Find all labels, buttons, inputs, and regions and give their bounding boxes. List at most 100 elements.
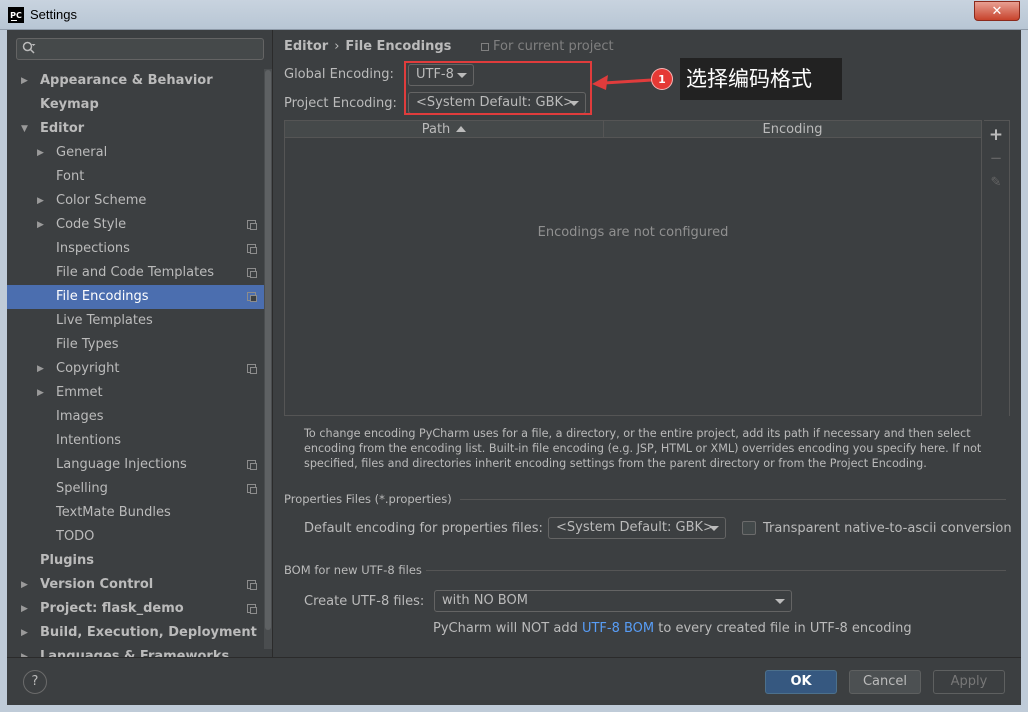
expand-down-icon[interactable]: ▼	[21, 117, 33, 141]
sidebar-scrollbar-thumb[interactable]	[265, 70, 271, 630]
expand-right-icon[interactable]: ▶	[21, 645, 33, 657]
settings-search-input[interactable]	[41, 40, 261, 58]
remove-icon[interactable]: −	[984, 149, 1008, 167]
expand-right-icon[interactable]: ▶	[21, 621, 33, 645]
sidebar-item-inspections[interactable]: Inspections	[7, 237, 265, 261]
sidebar-item-label: File Types	[56, 337, 119, 352]
project-scope-icon	[247, 484, 257, 494]
utf8-bom-link[interactable]: UTF-8 BOM	[582, 621, 654, 636]
bom-option-value: with NO BOM	[442, 593, 528, 608]
sidebar-item-file-and-code-templates[interactable]: File and Code Templates	[7, 261, 265, 285]
sidebar-item-label: Editor	[40, 121, 85, 136]
sidebar-item-version-control[interactable]: ▶ Version Control	[7, 573, 265, 597]
annotation-step-badge: 1	[652, 69, 672, 89]
annotation-arrow-icon	[592, 75, 653, 90]
sidebar-item-label: Inspections	[56, 241, 130, 256]
sidebar-item-plugins[interactable]: Plugins	[7, 549, 265, 573]
sidebar-item-emmet[interactable]: ▶ Emmet	[7, 381, 265, 405]
sidebar-item-images[interactable]: Images	[7, 405, 265, 429]
sidebar-item-color-scheme[interactable]: ▶ Color Scheme	[7, 189, 265, 213]
table-empty-text: Encodings are not configured	[537, 225, 729, 240]
sidebar-item-editor[interactable]: ▼ Editor	[7, 117, 265, 141]
sidebar-item-todo[interactable]: TODO	[7, 525, 265, 549]
chevron-down-icon	[775, 599, 785, 604]
column-header-encoding[interactable]: Encoding	[604, 121, 981, 138]
annotation-highlight-box	[404, 61, 592, 115]
table-header: Path Encoding	[285, 121, 981, 138]
title-bar: PC Settings ✕	[0, 0, 1028, 30]
sidebar-item-intentions[interactable]: Intentions	[7, 429, 265, 453]
sidebar-item-spelling[interactable]: Spelling	[7, 477, 265, 501]
annotation-callout: 选择编码格式	[680, 58, 842, 100]
apply-button[interactable]: Apply	[933, 670, 1005, 694]
help-button[interactable]: ?	[23, 670, 47, 694]
add-icon[interactable]: +	[984, 125, 1008, 145]
sidebar-item-font[interactable]: Font	[7, 165, 265, 189]
bom-section-title: BOM for new UTF-8 files	[284, 563, 422, 577]
close-window-button[interactable]: ✕	[974, 1, 1020, 21]
encodings-table[interactable]: Path Encoding Encodings are not configur…	[284, 120, 982, 416]
breadcrumb-parent[interactable]: Editor	[284, 39, 328, 54]
expand-right-icon[interactable]: ▶	[37, 357, 49, 381]
transparent-conversion-label[interactable]: Transparent native-to-ascii conversion	[763, 521, 1012, 536]
sidebar-item-project-flask-demo[interactable]: ▶ Project: flask_demo	[7, 597, 265, 621]
sidebar-item-file-types[interactable]: File Types	[7, 333, 265, 357]
expand-right-icon[interactable]: ▶	[37, 213, 49, 237]
breadcrumb: Editor › File Encodings	[284, 39, 451, 54]
sidebar-item-label: File Encodings	[56, 289, 149, 304]
dialog-button-bar: ? OK Cancel Apply	[7, 657, 1021, 705]
sidebar-item-label: TextMate Bundles	[56, 505, 171, 520]
expand-right-icon[interactable]: ▶	[37, 189, 49, 213]
expand-right-icon[interactable]: ▶	[37, 381, 49, 405]
properties-section-title: Properties Files (*.properties)	[284, 492, 452, 506]
cancel-button[interactable]: Cancel	[849, 670, 921, 694]
pycharm-logo-icon: PC	[8, 7, 24, 23]
column-header-path[interactable]: Path	[285, 121, 603, 138]
bom-option-dropdown[interactable]: with NO BOM	[434, 590, 792, 612]
project-scope-icon	[247, 460, 257, 470]
settings-search-box[interactable]	[16, 38, 264, 60]
sidebar-item-label: Intentions	[56, 433, 122, 448]
sidebar-item-label: Languages & Frameworks	[40, 649, 230, 657]
sidebar-item-label: Color Scheme	[56, 193, 147, 208]
settings-sidebar: ▶ Appearance & Behavior Keymap ▼ Editor ▶ Gene…	[7, 30, 273, 657]
project-scope-icon	[247, 220, 257, 230]
sidebar-item-languages-frameworks[interactable]: ▶ Languages & Frameworks	[7, 645, 265, 657]
global-encoding-label: Global Encoding:	[284, 67, 394, 82]
properties-encoding-dropdown[interactable]: <System Default: GBK>	[548, 517, 726, 539]
bom-note: PyCharm will NOT add UTF-8 BOM to every …	[433, 621, 912, 636]
sidebar-item-keymap[interactable]: Keymap	[7, 93, 265, 117]
sidebar-item-appearance-behavior[interactable]: ▶ Appearance & Behavior	[7, 69, 265, 93]
create-utf8-label: Create UTF-8 files:	[304, 594, 425, 609]
expand-right-icon[interactable]: ▶	[21, 69, 33, 93]
expand-right-icon[interactable]: ▶	[21, 573, 33, 597]
sidebar-item-build-execution-deployment[interactable]: ▶ Build, Execution, Deployment	[7, 621, 265, 645]
close-icon: ✕	[991, 3, 1003, 19]
transparent-conversion-checkbox[interactable]	[742, 521, 756, 535]
sidebar-item-label: Code Style	[56, 217, 127, 232]
sidebar-item-label: File and Code Templates	[56, 265, 214, 280]
copy-icon	[481, 43, 489, 51]
sidebar-item-code-style[interactable]: ▶ Code Style	[7, 213, 265, 237]
window-title: Settings	[30, 7, 77, 22]
scope-text: For current project	[493, 39, 614, 54]
encoding-help-text: To change encoding PyCharm uses for a fi…	[304, 427, 982, 470]
sidebar-item-label: TODO	[56, 529, 95, 544]
expand-right-icon[interactable]: ▶	[37, 141, 49, 165]
sidebar-item-label: Appearance & Behavior	[40, 73, 213, 88]
edit-icon[interactable]: ✎	[984, 175, 1008, 190]
expand-right-icon[interactable]: ▶	[21, 597, 33, 621]
sidebar-item-textmate-bundles[interactable]: TextMate Bundles	[7, 501, 265, 525]
sidebar-item-label: Version Control	[40, 577, 154, 592]
sidebar-item-general[interactable]: ▶ General	[7, 141, 265, 165]
project-scope-icon	[247, 364, 257, 374]
sidebar-item-label: Project: flask_demo	[40, 601, 184, 616]
sidebar-item-language-injections[interactable]: Language Injections	[7, 453, 265, 477]
sidebar-item-live-templates[interactable]: Live Templates	[7, 309, 265, 333]
window-frame-left	[0, 30, 7, 712]
sidebar-item-file-encodings[interactable]: File Encodings	[7, 285, 265, 309]
sidebar-item-label: Language Injections	[56, 457, 187, 472]
window-frame-bottom	[0, 705, 1028, 712]
ok-button[interactable]: OK	[765, 670, 837, 694]
sidebar-item-copyright[interactable]: ▶ Copyright	[7, 357, 265, 381]
